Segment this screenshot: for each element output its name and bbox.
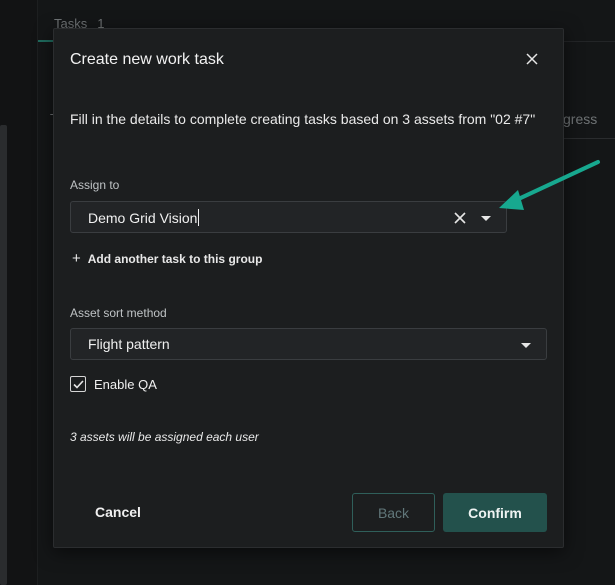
- back-button[interactable]: Back: [352, 493, 435, 532]
- close-icon: [526, 53, 538, 65]
- background-divider: [563, 138, 615, 139]
- assign-to-select[interactable]: Demo Grid Vision: [70, 201, 507, 233]
- dialog-description: Fill in the details to complete creating…: [70, 111, 536, 127]
- create-task-dialog: Create new work task Fill in the details…: [53, 28, 564, 548]
- plus-icon: +: [72, 250, 81, 267]
- assignment-note: 3 assets will be assigned each user: [70, 430, 259, 444]
- close-button[interactable]: [522, 49, 542, 69]
- checkmark-icon: [72, 379, 84, 389]
- clear-icon[interactable]: [453, 211, 467, 225]
- dialog-title: Create new work task: [70, 51, 224, 68]
- cancel-button[interactable]: Cancel: [78, 493, 158, 531]
- add-task-label: Add another task to this group: [87, 251, 263, 266]
- sort-method-value: Flight pattern: [88, 336, 170, 352]
- assign-to-label: Assign to: [70, 178, 120, 192]
- background-column-header: gress: [563, 111, 598, 127]
- enable-qa-label: Enable QA: [94, 376, 157, 392]
- annotation-arrow-icon: [499, 160, 600, 210]
- sort-method-label: Asset sort method: [70, 306, 167, 320]
- chevron-down-icon[interactable]: [521, 343, 531, 348]
- checkbox[interactable]: [70, 376, 86, 392]
- sort-method-select[interactable]: Flight pattern: [70, 328, 547, 360]
- enable-qa-checkbox[interactable]: Enable QA: [70, 376, 157, 392]
- add-task-button[interactable]: + Add another task to this group: [72, 250, 262, 267]
- text-cursor: [198, 208, 200, 226]
- background-scrollbar[interactable]: [0, 125, 7, 585]
- assign-to-value: Demo Grid Vision: [88, 209, 198, 226]
- confirm-button[interactable]: Confirm: [443, 493, 547, 532]
